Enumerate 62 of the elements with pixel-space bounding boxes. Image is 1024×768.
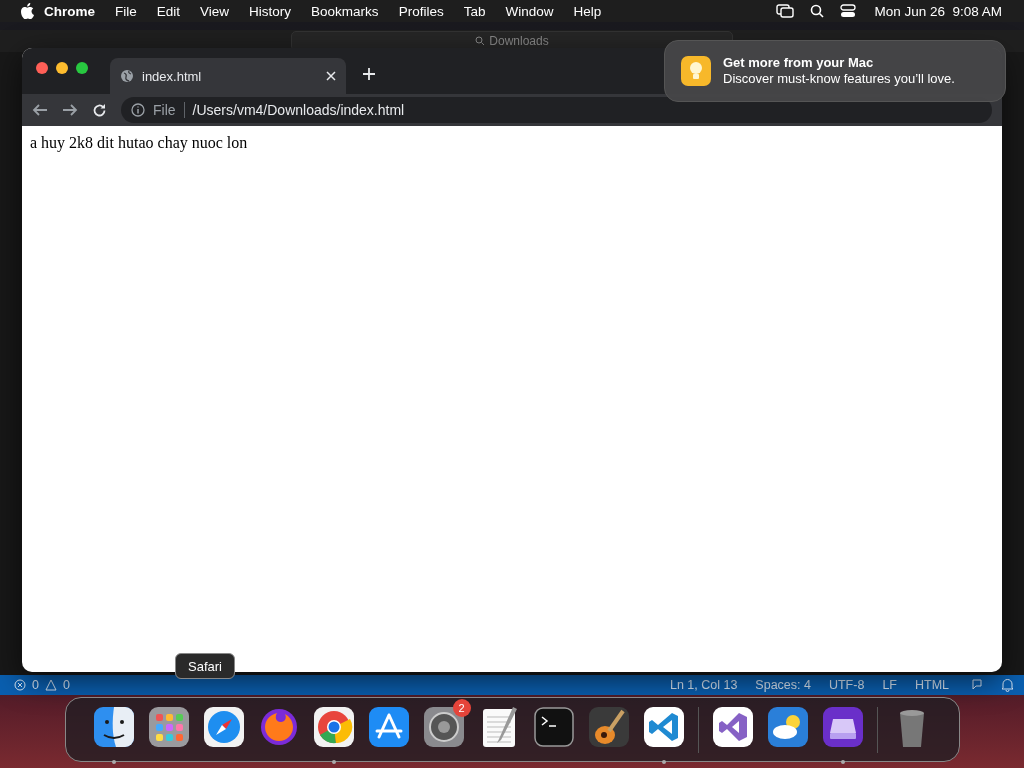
warning-icon[interactable] (44, 679, 57, 691)
status-item[interactable]: Spaces: 4 (749, 678, 817, 692)
status-item[interactable]: Ln 1, Col 13 (663, 678, 744, 692)
app-icon[interactable] (820, 704, 865, 749)
app-icon[interactable] (146, 704, 191, 749)
app-icon[interactable] (586, 704, 631, 749)
app-icon[interactable] (201, 704, 246, 749)
app-menu[interactable]: Chrome (34, 3, 105, 19)
search-icon[interactable] (810, 4, 825, 18)
notification[interactable]: Get more from your Mac Discover must-know features you’ll love. (664, 40, 1006, 102)
error-count[interactable]: 0 (32, 678, 39, 692)
page-text: a huy 2k8 dit hutao chay nuoc lon (30, 134, 248, 151)
menu-item[interactable]: Help (563, 3, 612, 19)
app-icon[interactable] (311, 704, 356, 749)
app-icon[interactable] (421, 704, 466, 749)
menu-item[interactable]: Profiles (388, 3, 454, 19)
running-dot (331, 759, 336, 764)
app-icon[interactable] (366, 704, 411, 749)
menu-item[interactable]: Window (495, 3, 564, 19)
browser-tab[interactable]: index.html (110, 58, 346, 94)
running-dot (661, 759, 666, 764)
back-icon[interactable] (32, 103, 48, 117)
notification-body: Discover must-know features you’ll love. (723, 71, 955, 87)
windows-icon[interactable] (776, 4, 795, 18)
bell-icon[interactable] (1001, 678, 1014, 692)
forward-icon[interactable] (62, 103, 78, 117)
notification-badge: 2 (452, 698, 471, 717)
menu-item[interactable]: Tab (453, 3, 496, 19)
running-dot (840, 759, 845, 764)
apple-icon[interactable] (20, 3, 34, 19)
running-dot (111, 759, 116, 764)
menu-item[interactable]: Bookmarks (301, 3, 389, 19)
status-item[interactable]: UTF-8 (822, 678, 871, 692)
status-item[interactable]: HTML (908, 678, 955, 692)
app-icon[interactable] (531, 704, 576, 749)
zoom-button[interactable] (76, 62, 88, 74)
close-window-button[interactable] (36, 62, 48, 74)
new-tab-icon[interactable] (362, 67, 376, 81)
status-item[interactable]: LF (876, 678, 903, 692)
app-icon[interactable] (710, 704, 755, 749)
close-icon[interactable] (326, 71, 336, 81)
address-bar[interactable]: File /Users/vm4/Downloads/index.html (121, 97, 992, 123)
reload-icon[interactable] (92, 102, 107, 118)
error-icon[interactable] (14, 679, 26, 691)
menu-item[interactable]: View (190, 3, 240, 19)
app-icon[interactable] (91, 704, 136, 749)
app-icon[interactable] (765, 704, 810, 749)
menu-item[interactable]: History (239, 3, 302, 19)
tooltip: Safari (175, 653, 235, 679)
control-center-icon[interactable] (840, 4, 857, 18)
feedback-icon[interactable] (971, 678, 985, 692)
minimize-button[interactable] (56, 62, 68, 74)
app-icon[interactable] (641, 704, 686, 749)
info-icon[interactable] (131, 103, 145, 117)
lightbulb-icon (681, 56, 711, 86)
menu-item[interactable]: File (105, 3, 147, 19)
menu-item[interactable]: Edit (146, 3, 191, 19)
warning-count[interactable]: 0 (62, 678, 70, 692)
notification-title: Get more from your Mac (723, 55, 875, 71)
globe-icon (120, 69, 134, 83)
search-icon (475, 36, 486, 46)
clock[interactable]: Mon Jun 26 9:08 AM (864, 3, 1012, 19)
